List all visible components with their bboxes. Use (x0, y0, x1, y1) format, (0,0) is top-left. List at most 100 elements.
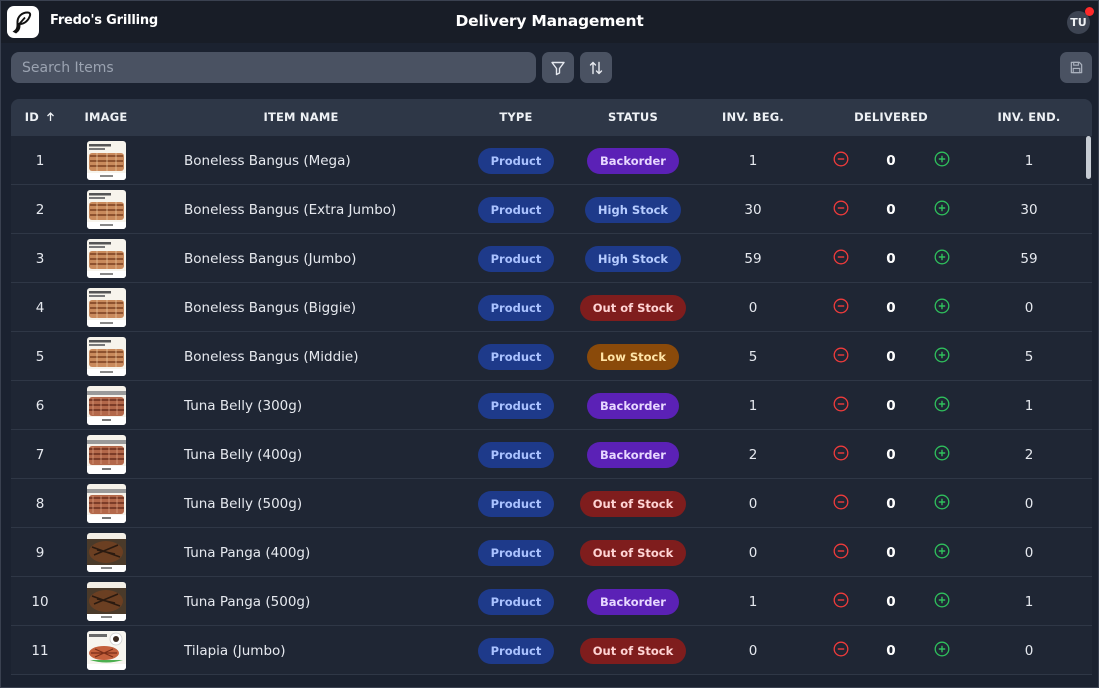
minus-circle-icon (833, 445, 849, 465)
decrement-button[interactable] (829, 430, 853, 479)
decrement-button[interactable] (829, 185, 853, 234)
cell-inv-beg: 5 (748, 348, 758, 365)
sort-button[interactable] (580, 52, 612, 83)
item-thumbnail[interactable] (86, 533, 126, 572)
decrement-button[interactable] (829, 381, 853, 430)
table-row[interactable]: 9 Tuna Panga (400g) Product Out of Stock 0 0 0 (11, 528, 1092, 577)
decrement-button[interactable] (829, 528, 853, 577)
table-row[interactable]: 3 Boneless Bangus (Jumbo) Product High Stoc… (11, 234, 1092, 283)
delivered-quantity[interactable]: 0 (879, 626, 903, 675)
item-thumbnail[interactable] (86, 435, 126, 474)
increment-button[interactable] (930, 332, 954, 381)
top-bar: Fredo's Grilling Delivery Management TU (1, 1, 1098, 43)
minus-circle-icon (833, 249, 849, 269)
delivered-quantity[interactable]: 0 (879, 479, 903, 528)
cell-inv-end: 1 (1024, 152, 1034, 169)
table-row[interactable]: 10 Tuna Panga (500g) Product Backorder 1 0 1 (11, 577, 1092, 626)
filter-button[interactable] (542, 52, 574, 83)
cell-id: 6 (35, 397, 45, 414)
cell-item-name: Boneless Bangus (Middie) (184, 348, 359, 365)
type-badge: Product (477, 343, 555, 370)
cell-id: 2 (35, 201, 45, 218)
delivered-quantity[interactable]: 0 (879, 332, 903, 381)
cell-id: 10 (31, 593, 49, 610)
cell-id: 9 (35, 544, 45, 561)
minus-circle-icon (833, 494, 849, 514)
table-row[interactable]: 6 Tuna Belly (300g) Product Backorder 1 0 1 (11, 381, 1092, 430)
item-thumbnail[interactable] (86, 288, 126, 327)
delivered-quantity[interactable]: 0 (879, 234, 903, 283)
cell-image (76, 528, 136, 577)
cell-type: Product (476, 136, 556, 185)
item-thumbnail[interactable] (86, 631, 126, 670)
cell-image (76, 626, 136, 675)
table-row[interactable]: 2 Boneless Bangus (Extra Jumbo) Product Hig… (11, 185, 1092, 234)
increment-button[interactable] (930, 528, 954, 577)
delivery-table: ID IMAGE ITEM NAME TYPE STATUS INV. BEG.… (11, 99, 1092, 688)
type-badge: Product (477, 490, 555, 517)
type-badge: Product (477, 441, 555, 468)
type-badge: Product (477, 539, 555, 566)
delivered-quantity[interactable]: 0 (879, 185, 903, 234)
increment-button[interactable] (930, 185, 954, 234)
item-thumbnail[interactable] (86, 141, 126, 180)
decrement-button[interactable] (829, 626, 853, 675)
cell-inv-end: 5 (1024, 348, 1034, 365)
status-badge: High Stock (584, 196, 682, 223)
decrement-button[interactable] (829, 234, 853, 283)
cell-inv-end: 1 (1024, 397, 1034, 414)
item-thumbnail[interactable] (86, 484, 126, 523)
cell-status: Low Stock (573, 332, 693, 381)
item-thumbnail[interactable] (86, 239, 126, 278)
decrement-button[interactable] (829, 479, 853, 528)
item-thumbnail[interactable] (86, 190, 126, 229)
column-header-item-name: ITEM NAME (263, 110, 339, 124)
status-badge: Out of Stock (579, 637, 687, 664)
table-scrollbar[interactable] (1086, 136, 1091, 179)
cell-type: Product (476, 332, 556, 381)
increment-button[interactable] (930, 381, 954, 430)
save-button[interactable] (1060, 52, 1092, 83)
search-input[interactable] (11, 52, 536, 83)
delivered-quantity[interactable]: 0 (879, 528, 903, 577)
item-thumbnail[interactable] (86, 337, 126, 376)
increment-button[interactable] (930, 283, 954, 332)
decrement-button[interactable] (829, 577, 853, 626)
status-badge: Out of Stock (579, 539, 687, 566)
delivered-quantity[interactable]: 0 (879, 577, 903, 626)
table-row[interactable]: 1 Boneless Bangus (Mega) Product Backorder 1… (11, 136, 1092, 185)
cell-image (76, 136, 136, 185)
column-header-id-label: ID (24, 110, 39, 124)
save-icon (1070, 61, 1082, 74)
type-badge: Product (477, 392, 555, 419)
increment-button[interactable] (930, 136, 954, 185)
decrement-button[interactable] (829, 332, 853, 381)
cell-inv-end: 0 (1024, 299, 1034, 316)
increment-button[interactable] (930, 577, 954, 626)
increment-button[interactable] (930, 626, 954, 675)
delivered-quantity[interactable]: 0 (879, 430, 903, 479)
cell-type: Product (476, 381, 556, 430)
delivered-quantity[interactable]: 0 (879, 136, 903, 185)
cell-inv-beg: 2 (748, 446, 758, 463)
table-row[interactable]: 7 Tuna Belly (400g) Product Backorder 2 0 2 (11, 430, 1092, 479)
item-thumbnail[interactable] (86, 582, 126, 621)
increment-button[interactable] (930, 430, 954, 479)
increment-button[interactable] (930, 234, 954, 283)
type-badge: Product (477, 245, 555, 272)
delivered-quantity[interactable]: 0 (879, 283, 903, 332)
increment-button[interactable] (930, 479, 954, 528)
cell-type: Product (476, 479, 556, 528)
table-row[interactable]: 5 Boneless Bangus (Middie) Product Low Stoc… (11, 332, 1092, 381)
table-row[interactable]: 8 Tuna Belly (500g) Product Out of Stock 0 0 0 (11, 479, 1092, 528)
table-row[interactable]: 4 Boneless Bangus (Biggie) Product Out of S… (11, 283, 1092, 332)
table-row[interactable]: 11 Tilapia (Jumbo) Product Out of Stock 0 0 0 (11, 626, 1092, 675)
item-thumbnail[interactable] (86, 386, 126, 425)
delivered-quantity[interactable]: 0 (879, 381, 903, 430)
decrement-button[interactable] (829, 136, 853, 185)
column-header-id[interactable]: ID (11, 99, 69, 136)
plus-circle-icon (934, 347, 950, 367)
cell-type: Product (476, 626, 556, 675)
cell-inv-end: 1 (1024, 593, 1034, 610)
decrement-button[interactable] (829, 283, 853, 332)
